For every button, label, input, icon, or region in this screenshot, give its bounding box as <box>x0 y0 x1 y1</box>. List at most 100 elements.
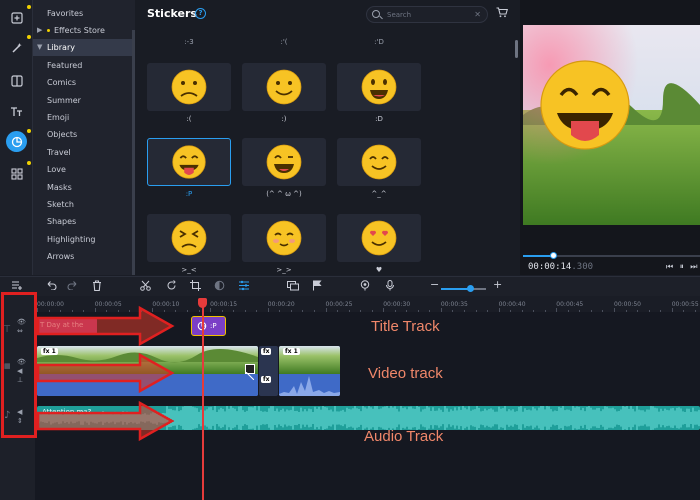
sticker-tile[interactable] <box>242 214 326 262</box>
clip-properties-icon[interactable] <box>238 280 250 294</box>
flag-icon[interactable] <box>312 280 322 294</box>
fx-badge[interactable]: fx <box>261 348 272 355</box>
fx-badge[interactable]: fx 1 <box>41 348 58 355</box>
category-love[interactable]: Love <box>33 161 135 178</box>
scissors-icon[interactable] <box>140 280 151 294</box>
category-effects-store[interactable]: ▶ Effects Store <box>33 22 135 39</box>
sticker-tile[interactable] <box>242 138 326 186</box>
zoom-slider-fill <box>441 288 471 290</box>
zoom-out-icon[interactable]: − <box>430 278 439 291</box>
tile-label: >_< <box>181 266 197 274</box>
audio-track-annotation: Audio Track <box>364 428 444 445</box>
category-library[interactable]: ▼ Library <box>33 39 135 56</box>
ruler-tick-label: 00:00:45 <box>556 301 584 308</box>
playback-controls[interactable]: ⏮ ⏸ ⏭ <box>666 262 700 272</box>
caption-icon[interactable] <box>287 280 299 294</box>
magic-wand-icon[interactable] <box>6 35 31 58</box>
squint-emoji-icon <box>171 220 207 256</box>
clear-icon[interactable]: ✕ <box>474 10 481 19</box>
tile-label: ^_^ <box>371 190 387 198</box>
audio-waveform <box>37 406 700 430</box>
stickers-icon[interactable] <box>6 129 31 152</box>
category-objects[interactable]: Objects <box>33 126 135 143</box>
track-header-highlight <box>1 292 37 438</box>
zoom-slider[interactable] <box>441 285 486 292</box>
sticker-tile[interactable] <box>337 63 421 111</box>
category-masks[interactable]: Masks <box>33 179 135 196</box>
smile-emoji-icon <box>266 69 302 105</box>
category-featured[interactable]: Featured <box>33 57 135 74</box>
stickers-scrollbar[interactable] <box>515 40 518 58</box>
playhead-handle[interactable] <box>198 298 207 308</box>
content-emoji-icon <box>361 144 397 180</box>
help-icon[interactable]: ? <box>195 8 206 19</box>
trash-icon[interactable] <box>92 280 102 294</box>
category-summer[interactable]: Summer <box>33 92 135 109</box>
redo-icon[interactable] <box>67 280 79 293</box>
ruler-tick-label: 00:00:50 <box>614 301 641 308</box>
crop-icon[interactable] <box>190 280 201 294</box>
playhead-line[interactable] <box>202 305 204 500</box>
ruler-tick-label: 00:00:00 <box>37 301 64 308</box>
sad-emoji-icon <box>171 69 207 105</box>
import-icon[interactable] <box>6 5 31 28</box>
color-adjust-icon[interactable] <box>214 280 225 294</box>
microphone-icon[interactable] <box>385 280 395 294</box>
more-tools-icon[interactable] <box>6 161 31 184</box>
video-preview[interactable] <box>523 25 700 225</box>
ruler-tick-label: 00:00:25 <box>325 301 353 308</box>
category-travel[interactable]: Travel <box>33 144 135 161</box>
sticker-tile[interactable] <box>242 63 326 111</box>
fx-badge[interactable]: fx <box>261 376 272 383</box>
category-arrows[interactable]: Arrows <box>33 248 135 265</box>
record-voice-icon[interactable] <box>360 280 370 294</box>
undo-icon[interactable] <box>45 280 57 293</box>
tile-label: :-3 <box>184 38 194 46</box>
chevron-right-icon: ▶ <box>37 26 43 34</box>
title-track-annotation: Title Track <box>371 318 440 335</box>
search-input[interactable] <box>387 9 467 21</box>
sticker-tile[interactable] <box>337 138 421 186</box>
cart-icon[interactable] <box>496 7 509 19</box>
zoom-in-icon[interactable]: + <box>493 278 502 291</box>
time-ruler[interactable]: 00:00:00 00:00:05 00:00:10 00:00:15 00:00:20… <box>35 296 700 312</box>
sticker-clip[interactable] <box>191 316 226 336</box>
side-eye-emoji-icon <box>266 220 302 256</box>
tile-label: :P <box>185 190 193 198</box>
preview-player: 00:00:14.300 ⏮ ⏸ ⏭ <box>520 0 700 275</box>
preview-progress-bar[interactable] <box>523 252 700 259</box>
category-sketch[interactable]: Sketch <box>33 196 135 213</box>
tile-label: :( <box>186 115 192 123</box>
fx-badge[interactable]: fx 1 <box>283 348 300 355</box>
ruler-tick-label: 00:00:05 <box>94 301 122 308</box>
audio-clip[interactable] <box>37 406 700 430</box>
sticker-tile-selected[interactable] <box>147 138 231 186</box>
sticker-tile[interactable] <box>337 214 421 262</box>
tool-strip <box>0 0 33 275</box>
category-emoji[interactable]: Emoji <box>33 109 135 126</box>
video-clip[interactable]: fx 1 <box>37 346 258 396</box>
category-favorites[interactable]: Favorites <box>33 5 135 22</box>
category-shapes[interactable]: Shapes <box>33 213 135 230</box>
rotate-icon[interactable] <box>166 280 177 294</box>
transition-marker[interactable] <box>245 364 255 381</box>
happy-emoji-icon <box>266 144 302 180</box>
video-clip-short[interactable]: fx fx <box>259 346 278 396</box>
ruler-tick-label: 00:00:10 <box>152 301 180 308</box>
category-highlighting[interactable]: Highlighting <box>33 231 135 248</box>
zoom-slider-handle[interactable] <box>466 285 474 292</box>
search-box[interactable]: ✕ <box>366 6 488 23</box>
grin-emoji-icon <box>361 69 397 105</box>
category-comics[interactable]: Comics <box>33 74 135 91</box>
video-track-annotation: Video track <box>368 365 443 382</box>
sticker-tile[interactable] <box>147 214 231 262</box>
transitions-icon[interactable] <box>6 70 27 91</box>
video-clip[interactable]: fx 1 <box>279 346 340 396</box>
preview-scrub-handle[interactable] <box>549 252 557 259</box>
titles-icon[interactable] <box>6 101 27 122</box>
tile-label: :D <box>375 115 383 123</box>
sticker-tile[interactable] <box>147 63 231 111</box>
sticker-clip-label: :P <box>210 322 217 330</box>
sticker-overlay <box>540 60 630 150</box>
search-icon <box>372 10 380 18</box>
